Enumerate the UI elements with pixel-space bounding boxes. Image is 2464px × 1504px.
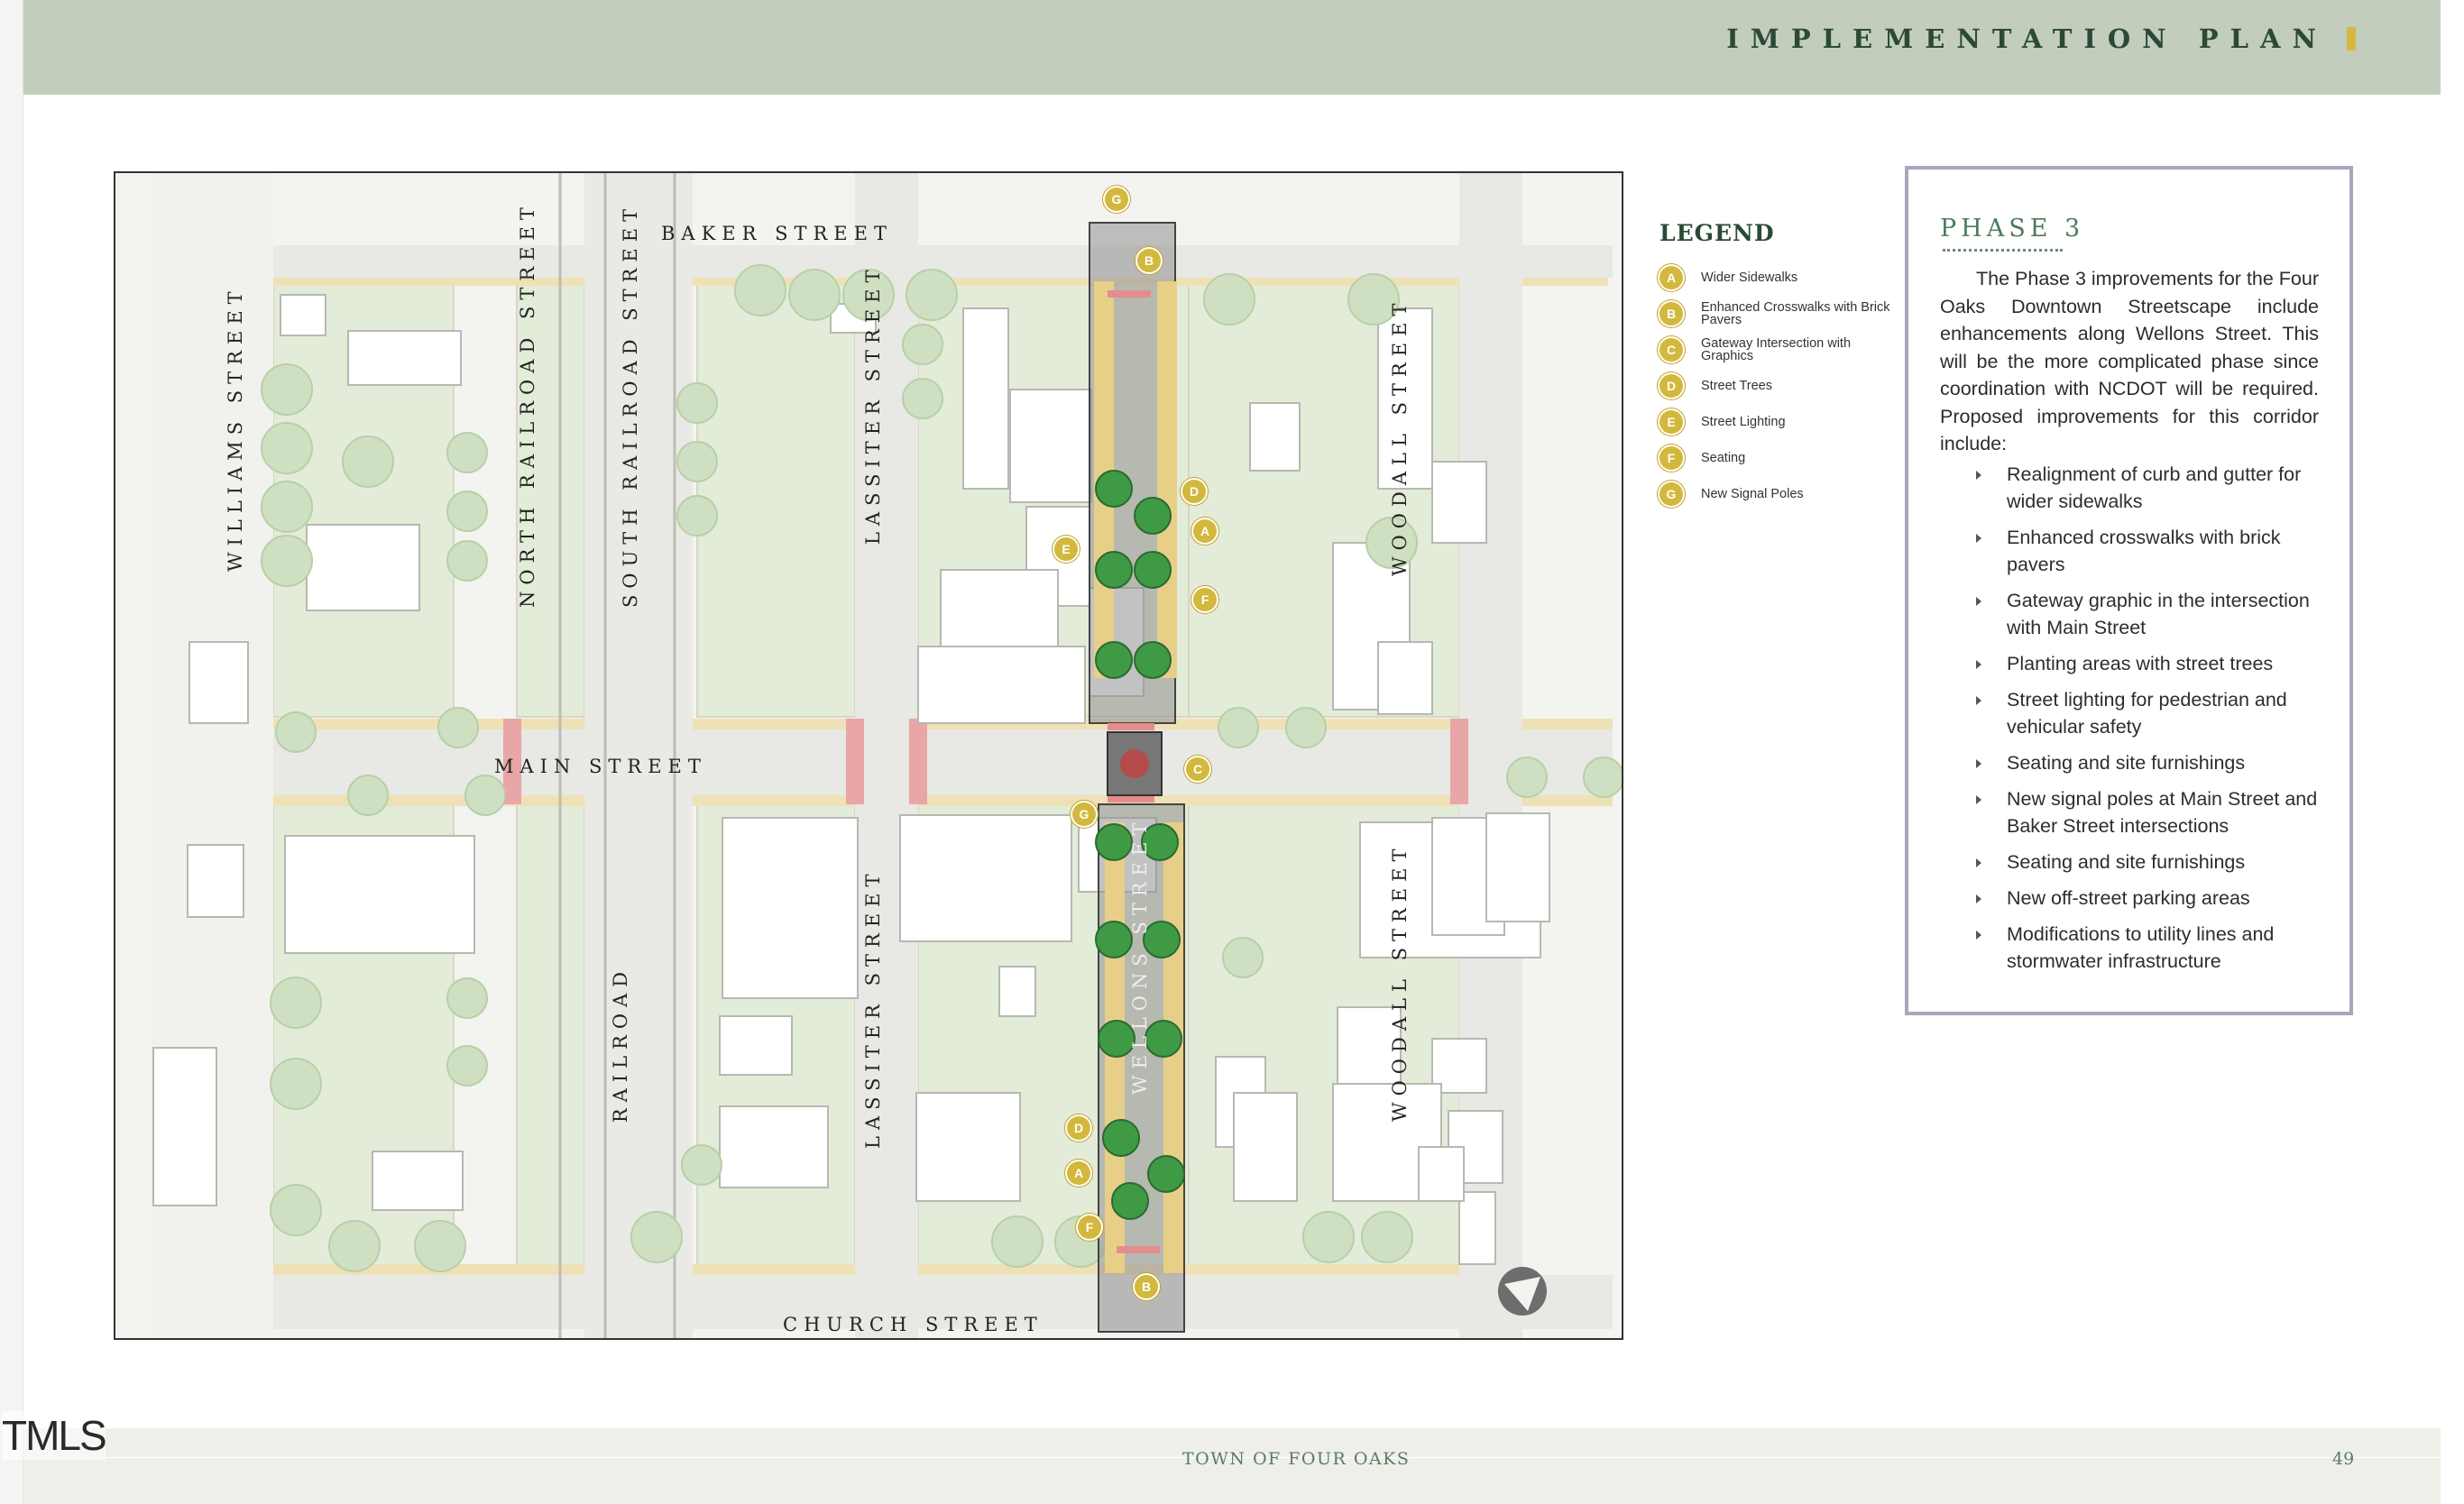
legend-label: Wider Sidewalks <box>1701 271 1798 285</box>
legend-badge: E <box>1660 410 1683 434</box>
callout-marker: G <box>1072 802 1096 826</box>
callout-marker: B <box>1135 1275 1158 1298</box>
triangle-bullet-icon <box>1976 660 1981 669</box>
legend-label: Gateway Intersection with Graphics <box>1701 336 1852 363</box>
street-label-railroad: RAILROAD <box>610 965 631 1123</box>
street-label-lassiter-bottom: LASSITER STREET <box>862 867 884 1149</box>
triangle-bullet-icon <box>1976 931 1981 940</box>
list-item: Realignment of curb and gutter for wider… <box>1940 461 2319 515</box>
legend-badge: G <box>1660 482 1683 506</box>
street-label-church: CHURCH STREET <box>783 1314 1044 1335</box>
list-item: Modifications to utility lines and storm… <box>1940 921 2319 975</box>
triangle-bullet-icon <box>1976 858 1981 867</box>
phase-3-panel: PHASE 3 The Phase 3 improvements for the… <box>1905 166 2353 1015</box>
callout-marker: A <box>1193 519 1217 543</box>
title-underline <box>1943 249 2063 252</box>
legend-label: New Signal Poles <box>1701 487 1804 501</box>
list-item: Street lighting for pedestrian and vehic… <box>1940 686 2319 740</box>
triangle-bullet-icon <box>1976 894 1981 903</box>
street-label-lassiter-top: LASSITER STREET <box>862 263 884 545</box>
callout-marker: G <box>1105 188 1128 211</box>
legend-badge: F <box>1660 446 1683 470</box>
legend-item: A Wider Sidewalks <box>1660 260 1894 296</box>
legend-item: D Street Trees <box>1660 368 1894 404</box>
list-item: Planting areas with street trees <box>1940 650 2319 677</box>
legend-item: B Enhanced Crosswalks with Brick Pavers <box>1660 296 1894 332</box>
legend-badge: C <box>1660 338 1683 362</box>
legend-label: Seating <box>1701 451 1746 465</box>
document-page: IMPLEMENTATION PLAN BAKER STREET MAIN ST… <box>0 0 2464 1504</box>
improvements-list: Realignment of curb and gutter for wider… <box>1940 461 2319 984</box>
list-item: Enhanced crosswalks with brick pavers <box>1940 524 2319 578</box>
list-item: New off-street parking areas <box>1940 885 2319 912</box>
list-item: New signal poles at Main Street and Bake… <box>1940 785 2319 839</box>
street-label-baker: BAKER STREET <box>661 223 893 244</box>
page-title: IMPLEMENTATION PLAN <box>1726 23 2328 54</box>
triangle-bullet-icon <box>1976 471 1981 480</box>
callout-marker: D <box>1182 480 1206 503</box>
legend-label: Enhanced Crosswalks with Brick Pavers <box>1701 300 1890 327</box>
legend-item: F Seating <box>1660 440 1894 476</box>
list-item: Seating and site furnishings <box>1940 848 2319 876</box>
triangle-bullet-icon <box>1976 534 1981 543</box>
triangle-bullet-icon <box>1976 597 1981 606</box>
header-accent-mark <box>2347 27 2356 50</box>
callout-marker: F <box>1193 588 1217 611</box>
legend-title: LEGEND <box>1660 220 1775 246</box>
page-edge <box>0 0 23 1504</box>
phase-intro-paragraph: The Phase 3 improvements for the Four Oa… <box>1940 268 2320 454</box>
triangle-bullet-icon <box>1976 696 1981 705</box>
callout-marker: F <box>1078 1215 1101 1239</box>
legend-label: Street Lighting <box>1701 415 1786 429</box>
street-label-north-railroad: NORTH RAILROAD STREET <box>517 201 538 608</box>
page-number: 49 <box>2332 1449 2355 1469</box>
legend-badge: D <box>1660 374 1683 398</box>
street-label-woodall-top: WOODALL STREET <box>1389 297 1411 576</box>
callout-marker: D <box>1067 1116 1090 1140</box>
street-label-williams: WILLIAMS STREET <box>225 285 246 572</box>
street-label-wellons: WELLONS STREET <box>1129 816 1151 1095</box>
street-label-main: MAIN STREET <box>494 756 707 777</box>
legend-badge: B <box>1660 302 1683 326</box>
street-label-south-railroad: SOUTH RAILROAD STREET <box>620 202 641 608</box>
triangle-bullet-icon <box>1976 795 1981 804</box>
list-item: Seating and site furnishings <box>1940 749 2319 776</box>
site-plan-map: BAKER STREET MAIN STREET CHURCH STREET W… <box>114 171 1623 1340</box>
footer-title: TOWN OF FOUR OAKS <box>1182 1449 1411 1469</box>
legend-item: E Street Lighting <box>1660 404 1894 440</box>
legend-item: G New Signal Poles <box>1660 476 1894 512</box>
legend: A Wider Sidewalks B Enhanced Crosswalks … <box>1660 260 1894 512</box>
legend-label: Street Trees <box>1701 379 1772 393</box>
legend-item: C Gateway Intersection with Graphics <box>1660 332 1894 368</box>
phase-title: PHASE 3 <box>1940 215 2085 243</box>
callout-marker: C <box>1186 757 1209 781</box>
callout-marker: A <box>1067 1161 1090 1185</box>
callout-marker: B <box>1137 249 1161 272</box>
watermark-logo: TMLS <box>2 1411 107 1460</box>
street-label-woodall-bottom: WOODALL STREET <box>1389 842 1411 1122</box>
triangle-bullet-icon <box>1976 759 1981 768</box>
legend-badge: A <box>1660 266 1683 289</box>
list-item: Gateway graphic in the intersection with… <box>1940 587 2319 641</box>
callout-marker: E <box>1054 537 1078 561</box>
